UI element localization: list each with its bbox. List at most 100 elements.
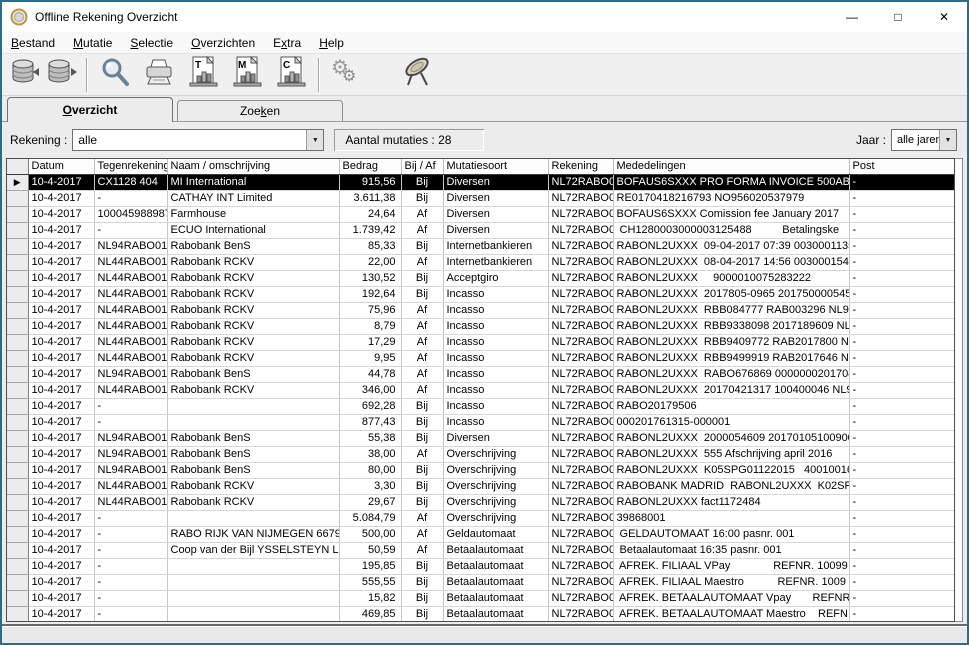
cell-bedrag[interactable]: 692,28	[339, 398, 401, 414]
cell-bij-af[interactable]: Af	[401, 510, 443, 526]
cell-bedrag[interactable]: 38,00	[339, 446, 401, 462]
cell-bij-af[interactable]: Af	[401, 334, 443, 350]
cell-datum[interactable]: 10-4-2017	[28, 446, 94, 462]
col-header-mutatiesoort[interactable]: Mutatiesoort	[443, 159, 548, 174]
cell-mededelingen[interactable]: RABONL2UXXX RBB9409772 RAB2017800 NL	[613, 334, 849, 350]
cell-rekening[interactable]: NL72RABO00	[548, 542, 613, 558]
table-row[interactable]: 10-4-2017NL44RABO0123Rabobank RCKV192,64…	[7, 286, 955, 302]
cell-naam-omschrijving[interactable]: Rabobank BenS	[167, 446, 339, 462]
cell-mutatiesoort[interactable]: Incasso	[443, 414, 548, 430]
cell-datum[interactable]: 10-4-2017	[28, 558, 94, 574]
cell-tegenrekening[interactable]: NL44RABO0123	[94, 318, 167, 334]
row-selector[interactable]	[7, 334, 28, 350]
cell-bedrag[interactable]: 192,64	[339, 286, 401, 302]
cell-datum[interactable]: 10-4-2017	[28, 526, 94, 542]
row-selector[interactable]	[7, 414, 28, 430]
cell-bij-af[interactable]: Bij	[401, 430, 443, 446]
cell-rekening[interactable]: NL72RABO00	[548, 510, 613, 526]
cell-bedrag[interactable]: 44,78	[339, 366, 401, 382]
cell-mededelingen[interactable]: RABONL2UXXX fact1172484	[613, 494, 849, 510]
row-selector[interactable]	[7, 254, 28, 270]
cell-mededelingen[interactable]: RABONL2UXXX 2000054609 20170105100900	[613, 430, 849, 446]
cell-bij-af[interactable]: Bij	[401, 462, 443, 478]
cell-bedrag[interactable]: 17,29	[339, 334, 401, 350]
cell-datum[interactable]: 10-4-2017	[28, 350, 94, 366]
cell-naam-omschrijving[interactable]	[167, 398, 339, 414]
cell-post[interactable]: -	[849, 558, 955, 574]
col-header-post[interactable]: Post	[849, 159, 955, 174]
cell-datum[interactable]: 10-4-2017	[28, 398, 94, 414]
cell-post[interactable]: -	[849, 286, 955, 302]
cell-tegenrekening[interactable]: CX1128 404	[94, 174, 167, 190]
cell-mededelingen[interactable]: AFREK. BETAALAUTOMAAT Vpay REFNR	[613, 590, 849, 606]
cell-naam-omschrijving[interactable]: Rabobank RCKV	[167, 350, 339, 366]
cell-post[interactable]: -	[849, 494, 955, 510]
cell-rekening[interactable]: NL72RABO00	[548, 190, 613, 206]
maximize-button[interactable]: □	[875, 2, 921, 32]
coin-app-icon[interactable]	[10, 8, 28, 26]
cell-datum[interactable]: 10-4-2017	[28, 286, 94, 302]
cell-naam-omschrijving[interactable]: Rabobank RCKV	[167, 334, 339, 350]
cell-rekening[interactable]: NL72RABO00	[548, 366, 613, 382]
cell-bedrag[interactable]: 15,82	[339, 590, 401, 606]
col-header-rekening[interactable]: Rekening	[548, 159, 613, 174]
print-button[interactable]	[137, 56, 181, 94]
cell-rekening[interactable]: NL72RABO00	[548, 286, 613, 302]
cell-rekening[interactable]: NL72RABO00	[548, 270, 613, 286]
cell-tegenrekening[interactable]: NL44RABO0123	[94, 334, 167, 350]
table-row[interactable]: 10-4-2017-555,55BijBetaalautomaatNL72RAB…	[7, 574, 955, 590]
cell-tegenrekening[interactable]: -	[94, 526, 167, 542]
cell-mutatiesoort[interactable]: Incasso	[443, 302, 548, 318]
row-selector[interactable]	[7, 366, 28, 382]
cell-mutatiesoort[interactable]: Betaalautomaat	[443, 542, 548, 558]
cell-bedrag[interactable]: 50,59	[339, 542, 401, 558]
cell-mutatiesoort[interactable]: Betaalautomaat	[443, 574, 548, 590]
cell-rekening[interactable]: NL72RABO00	[548, 398, 613, 414]
cell-tegenrekening[interactable]: NL44RABO0123	[94, 286, 167, 302]
cell-mededelingen[interactable]: RABONL2UXXX 20170421317 100400046 NL9	[613, 382, 849, 398]
cell-bij-af[interactable]: Bij	[401, 414, 443, 430]
cell-tegenrekening[interactable]: NL44RABO0123	[94, 494, 167, 510]
cell-bedrag[interactable]: 130,52	[339, 270, 401, 286]
cell-post[interactable]: -	[849, 334, 955, 350]
cell-mededelingen[interactable]: RABONL2UXXX RBB9338098 2017189609 NL	[613, 318, 849, 334]
cell-tegenrekening[interactable]: -	[94, 222, 167, 238]
cell-tegenrekening[interactable]: NL44RABO0123	[94, 254, 167, 270]
jaar-select[interactable]: alle jaren ▼	[891, 129, 957, 151]
cell-bedrag[interactable]: 29,67	[339, 494, 401, 510]
report-c-button[interactable]: C	[269, 56, 313, 94]
cell-mededelingen[interactable]: RE0170418216793 NO956020537979	[613, 190, 849, 206]
table-row[interactable]: 10-4-2017NL44RABO0123Rabobank RCKV3,30Bi…	[7, 478, 955, 494]
cell-bedrag[interactable]: 85,33	[339, 238, 401, 254]
cell-naam-omschrijving[interactable]: Rabobank RCKV	[167, 286, 339, 302]
row-selector[interactable]	[7, 350, 28, 366]
cell-rekening[interactable]: NL72RABO00	[548, 238, 613, 254]
cell-post[interactable]: -	[849, 270, 955, 286]
table-row[interactable]: 10-4-2017NL94RABO0104Rabobank BenS38,00A…	[7, 446, 955, 462]
menu-mutatie[interactable]: Mutatie	[64, 34, 121, 52]
table-row[interactable]: 10-4-2017-Coop van der Bijl YSSELSTEYN L…	[7, 542, 955, 558]
cell-bedrag[interactable]: 75,96	[339, 302, 401, 318]
cell-rekening[interactable]: NL72RABO00	[548, 526, 613, 542]
cell-rekening[interactable]: NL72RABO00	[548, 222, 613, 238]
table-row[interactable]: 10-4-2017NL94RABO0104Rabobank BenS55,38B…	[7, 430, 955, 446]
table-row[interactable]: 10-4-2017NL44RABO0123Rabobank RCKV75,96A…	[7, 302, 955, 318]
cell-mutatiesoort[interactable]: Overschrijving	[443, 510, 548, 526]
cell-bedrag[interactable]: 877,43	[339, 414, 401, 430]
row-selector[interactable]	[7, 590, 28, 606]
cell-tegenrekening[interactable]: -	[94, 558, 167, 574]
cell-rekening[interactable]: NL72RABO00	[548, 606, 613, 622]
cell-datum[interactable]: 10-4-2017	[28, 318, 94, 334]
cell-bij-af[interactable]: Bij	[401, 574, 443, 590]
report-t-button[interactable]: T	[181, 56, 225, 94]
cell-tegenrekening[interactable]: NL44RABO0123	[94, 302, 167, 318]
cell-mededelingen[interactable]: RABOBANK MADRID RABONL2UXXX K02SP	[613, 478, 849, 494]
cell-mutatiesoort[interactable]: Diversen	[443, 222, 548, 238]
cell-datum[interactable]: 10-4-2017	[28, 366, 94, 382]
cell-datum[interactable]: 10-4-2017	[28, 606, 94, 622]
cell-tegenrekening[interactable]: NL94RABO0104	[94, 446, 167, 462]
cell-post[interactable]: -	[849, 318, 955, 334]
cell-mutatiesoort[interactable]: Diversen	[443, 430, 548, 446]
cell-naam-omschrijving[interactable]: Rabobank BenS	[167, 366, 339, 382]
cell-rekening[interactable]: NL72RABO00	[548, 590, 613, 606]
